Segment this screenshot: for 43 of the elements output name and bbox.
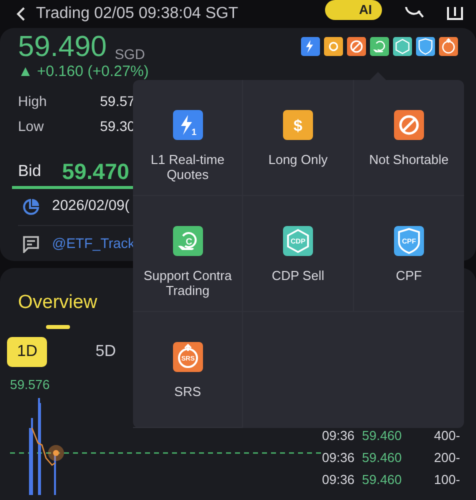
- lightning-icon[interactable]: [301, 37, 320, 56]
- hexagon-icon[interactable]: [393, 37, 412, 56]
- tab[interactable]: Overview: [18, 288, 98, 329]
- period-button[interactable]: 1D: [7, 337, 48, 367]
- tick-price: 59.460: [362, 471, 403, 490]
- feature-label: L1 Real-time Quotes: [150, 152, 226, 182]
- price: 59.490: [18, 32, 107, 62]
- feature-label: CDP Sell: [272, 268, 324, 283]
- stat-label: High: [18, 92, 48, 111]
- tick-time: 09:36: [322, 471, 356, 490]
- hand-coin-icon: C: [172, 226, 203, 256]
- tick-price: 59.460: [362, 427, 403, 446]
- hand-coin-icon[interactable]: [370, 37, 389, 56]
- period-button[interactable]: 5D: [85, 337, 126, 367]
- pie-chart-icon: [22, 198, 40, 216]
- tick-volume: 100-: [434, 471, 460, 490]
- stat-value: 59.57: [100, 92, 136, 111]
- feature-label: Support Contra Trading: [142, 268, 233, 298]
- tick-volume: 200-: [434, 449, 460, 468]
- lightning-icon: 1: [172, 110, 203, 140]
- feature-label: Long Only: [268, 152, 328, 167]
- comment-icon: [22, 234, 40, 252]
- header-title: Trading 02/05 09:38:04 SGT: [36, 4, 238, 24]
- mention-link[interactable]: @ETF_Track: [52, 233, 135, 254]
- feature-label: CPF: [396, 268, 422, 283]
- ai-button[interactable]: AI: [325, 0, 382, 20]
- bid-price: 59.470: [62, 158, 130, 186]
- date-text: 2026/02/09(: [52, 197, 130, 216]
- prohibited-icon[interactable]: [347, 37, 366, 56]
- tick-time: 09:36: [322, 449, 356, 468]
- chart-high-label: 59.576: [10, 376, 50, 394]
- back-icon[interactable]: [16, 7, 26, 21]
- stat-label: Low: [18, 117, 45, 136]
- feature-label: Not Shortable: [369, 152, 449, 167]
- feature-label: SRS: [174, 384, 202, 399]
- tick-time: 09:36: [322, 427, 356, 446]
- currency: SGD: [114, 45, 146, 64]
- dollar-icon: $: [282, 110, 313, 140]
- price-change: ▲ +0.160 (+0.27%): [18, 63, 149, 81]
- bid-label: Bid: [18, 162, 42, 182]
- tick-price: 59.460: [362, 449, 403, 468]
- shield-icon[interactable]: [416, 37, 435, 56]
- tick-volume: 400-: [434, 427, 460, 446]
